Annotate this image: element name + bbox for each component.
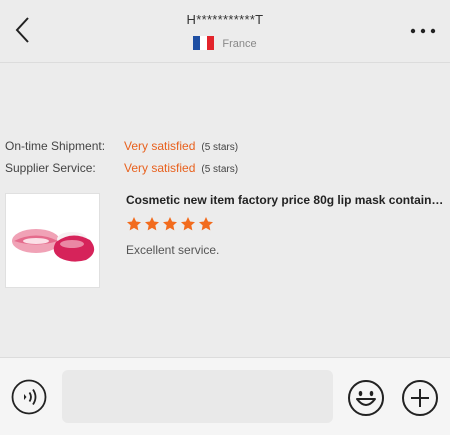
star-icon [163, 217, 177, 231]
product-title-link[interactable]: Cosmetic new item factory price 80g lip … [126, 193, 446, 207]
rating-label: Supplier Service: [5, 161, 96, 175]
more-dots-icon [410, 28, 436, 34]
voice-input-button[interactable] [11, 379, 47, 415]
product-thumbnail[interactable] [5, 193, 100, 288]
more-options-button[interactable] [410, 22, 436, 40]
rating-value: Very satisfied [124, 139, 196, 153]
star-icon [199, 217, 213, 231]
contact-name: H***********T [186, 12, 264, 27]
review-star-rating [126, 216, 214, 234]
star-icon [127, 217, 141, 231]
voice-icon [11, 379, 47, 415]
france-flag-icon [193, 36, 215, 50]
rating-label: On-time Shipment: [5, 139, 106, 153]
star-icon [181, 217, 195, 231]
emoji-button[interactable] [347, 379, 385, 417]
smiley-icon [348, 380, 384, 416]
plus-circle-icon [402, 380, 438, 416]
rating-value: Very satisfied [124, 161, 196, 175]
add-attachment-button[interactable] [401, 379, 439, 417]
review-text: Excellent service. [126, 243, 220, 257]
chat-header: H***********T France [0, 0, 450, 63]
rating-stars-note: (5 stars) [201, 142, 239, 153]
rating-row-service: Supplier Service: Very satisfied (5 stars) [5, 161, 238, 175]
message-input[interactable] [62, 370, 333, 423]
lip-mask-product-image [6, 194, 99, 287]
rating-row-shipment: On-time Shipment: Very satisfied (5 stars) [5, 139, 238, 153]
rating-stars-note: (5 stars) [201, 164, 239, 175]
message-composer [0, 357, 450, 435]
contact-country: France [0, 36, 450, 50]
star-icon [145, 217, 159, 231]
country-label: France [222, 38, 257, 50]
